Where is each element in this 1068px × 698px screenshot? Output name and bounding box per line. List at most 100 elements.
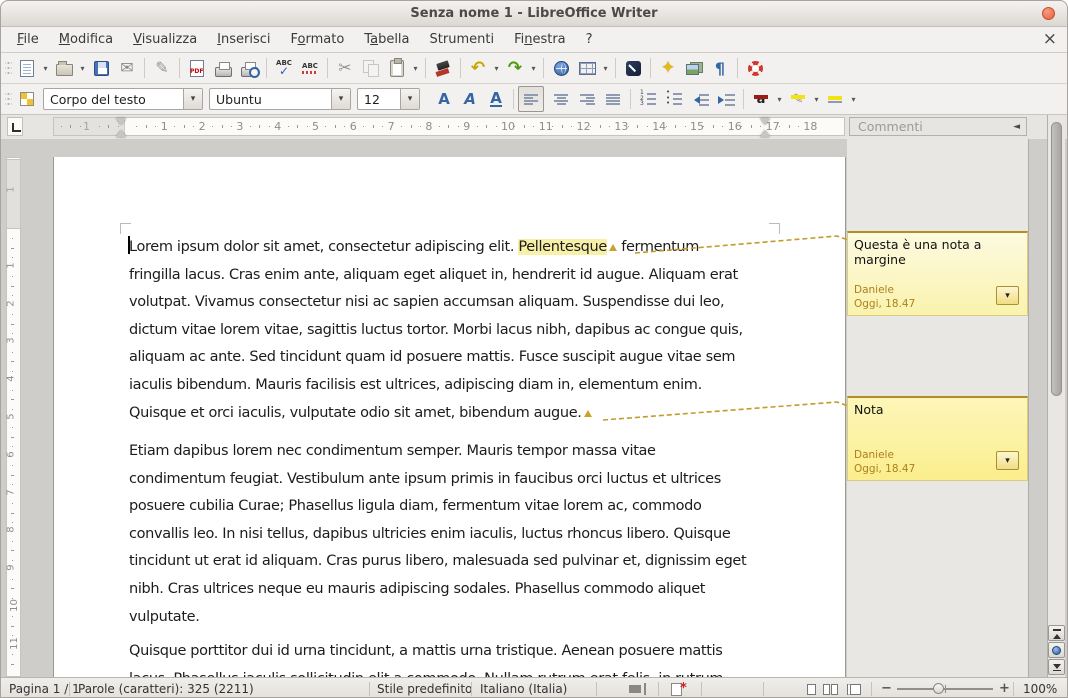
sidebar-button[interactable] (14, 86, 40, 112)
menu-item-strumenti[interactable]: Strumenti (420, 29, 505, 50)
paragraph-style-dropdown[interactable]: ▾ (183, 89, 202, 109)
undo-button[interactable]: ↶ (465, 55, 491, 81)
cut-button[interactable]: ✂ (332, 55, 358, 81)
comment-menu-button[interactable]: ▾ (996, 451, 1019, 470)
toolbar-drag-handle[interactable] (5, 59, 12, 77)
paste-button[interactable] (384, 55, 410, 81)
increase-indent-button[interactable] (713, 86, 739, 112)
text-line[interactable]: vulputate. (129, 604, 801, 632)
insert-table-dropdown[interactable]: ▾ (600, 55, 611, 81)
print-preview-button[interactable] (236, 55, 262, 81)
comments-ruler-header[interactable]: Commenti ◄ (849, 117, 1027, 136)
spellcheck-button[interactable]: ABC✓ (271, 55, 297, 81)
redo-button[interactable]: ↷ (502, 55, 528, 81)
bold-button[interactable]: A (431, 86, 457, 112)
undo-dropdown[interactable]: ▾ (491, 55, 502, 81)
insert-table-button[interactable] (574, 55, 600, 81)
print-button[interactable] (210, 55, 236, 81)
comment-anchor-icon[interactable] (609, 240, 617, 251)
vertical-scrollbar[interactable] (1047, 115, 1065, 677)
comment-highlighted-text[interactable]: Pellentesque (518, 239, 607, 255)
background-color-button[interactable] (822, 86, 848, 112)
formatting-marks-button[interactable]: ¶ (707, 55, 733, 81)
font-color-dropdown[interactable]: ▾ (774, 86, 785, 112)
font-color-button[interactable]: a (748, 86, 774, 112)
hyperlink-button[interactable] (548, 55, 574, 81)
status-word-count[interactable]: Parole (caratteri): 325 (2211) (78, 682, 254, 696)
book-view-icon[interactable] (847, 684, 861, 695)
redo-dropdown[interactable]: ▾ (528, 55, 539, 81)
multi-page-view-icon-right[interactable] (831, 684, 838, 695)
document-close-icon[interactable]: × (1043, 29, 1057, 49)
zoom-out-icon[interactable]: − (881, 681, 892, 696)
single-page-view-icon[interactable] (807, 684, 816, 695)
open-dropdown[interactable]: ▾ (77, 55, 88, 81)
font-name-combo[interactable]: Ubuntu ▾ (209, 88, 351, 110)
text-line[interactable]: aliquam ac ante. Sed tincidunt quam id p… (129, 344, 801, 372)
next-page-button[interactable] (1048, 659, 1065, 675)
paragraph-1[interactable]: Lorem ipsum dolor sit amet, consectetur … (129, 234, 801, 427)
right-indent-marker[interactable] (760, 125, 770, 137)
highlight-color-dropdown[interactable]: ▾ (811, 86, 822, 112)
italic-button[interactable]: A (457, 86, 483, 112)
navigator-button[interactable]: ✦ (655, 55, 681, 81)
zoom-slider-thumb[interactable] (933, 683, 944, 694)
vertical-ruler[interactable]: 1 1234567891011 (6, 139, 21, 677)
comment-menu-button[interactable]: ▾ (996, 286, 1019, 305)
insert-mode-icon[interactable] (629, 685, 641, 693)
text-line[interactable]: nibh. Cras ultrices neque eu mauris adip… (129, 576, 801, 604)
menu-item-help[interactable]: ? (576, 29, 603, 50)
menu-item-inserisci[interactable]: Inserisci (207, 29, 280, 50)
text-line[interactable]: tincidunt ut erat id aliquam. Cras purus… (129, 548, 801, 576)
numbered-list-button[interactable] (635, 86, 661, 112)
copy-button[interactable] (358, 55, 384, 81)
text-line[interactable]: Lorem ipsum dolor sit amet, consectetur … (129, 234, 801, 262)
comment-2[interactable]: Nota Daniele Oggi, 18.47 ▾ (847, 396, 1028, 481)
font-name-dropdown[interactable]: ▾ (331, 89, 350, 109)
text-line[interactable]: iaculis bibendum. Mauris facilisis est u… (129, 372, 801, 400)
window-close-button[interactable] (1042, 7, 1055, 20)
text-line[interactable]: dictum vitae lorem vitae, sagittis luctu… (129, 317, 801, 345)
paragraph-2[interactable]: Etiam dapibus lorem nec condimentum semp… (129, 438, 801, 631)
edit-mode-button[interactable]: ✎ (149, 55, 175, 81)
text-line[interactable]: condimentum feugiat. Vestibulum ante ips… (129, 466, 801, 494)
text-line[interactable]: lacus. Phasellus iaculis sollicitudin el… (129, 666, 801, 677)
comment-text[interactable]: Questa è una nota a margine (854, 237, 1021, 267)
clone-formatting-button[interactable] (430, 55, 456, 81)
status-page-style[interactable]: Stile predefinito (377, 682, 472, 696)
open-button[interactable] (51, 55, 77, 81)
comment-text[interactable]: Nota (854, 402, 1021, 417)
navigation-button[interactable] (1048, 642, 1065, 658)
decrease-indent-button[interactable] (687, 86, 713, 112)
menu-item-visualizza[interactable]: Visualizza (123, 29, 207, 50)
paste-dropdown[interactable]: ▾ (410, 55, 421, 81)
menu-item-formato[interactable]: Formato (281, 29, 355, 50)
status-language[interactable]: Italiano (Italia) (480, 682, 567, 696)
text-line[interactable]: volutpat. Vivamus consectetur nisi ac sa… (129, 289, 801, 317)
text-line[interactable]: Etiam dapibus lorem nec condimentum semp… (129, 438, 801, 466)
tab-stop-type-selector[interactable] (7, 117, 23, 136)
page[interactable]: Lorem ipsum dolor sit amet, consectetur … (53, 157, 846, 677)
menu-item-file[interactable]: File (7, 29, 49, 50)
email-button[interactable]: ✉ (114, 55, 140, 81)
titlebar[interactable]: Senza nome 1 - LibreOffice Writer (1, 1, 1067, 27)
help-button[interactable] (742, 55, 768, 81)
save-button[interactable] (88, 55, 114, 81)
multi-page-view-icon-left[interactable] (823, 684, 830, 695)
left-indent-marker[interactable] (116, 125, 126, 137)
text-line[interactable]: fringilla lacus. Cras enim ante, aliquam… (129, 262, 801, 290)
previous-page-button[interactable] (1048, 625, 1065, 641)
menu-item-finestra[interactable]: Finestra (504, 29, 576, 50)
horizontal-ruler[interactable]: 1 123456789101112131415161718 (53, 117, 845, 136)
align-left-button-active[interactable] (518, 86, 544, 112)
text-line[interactable]: convallis leo. In nisi tellus, dapibus u… (129, 521, 801, 549)
toolbar-drag-handle[interactable] (5, 90, 12, 108)
highlight-color-button[interactable]: ✎ (785, 86, 811, 112)
font-size-dropdown[interactable]: ▾ (400, 89, 419, 109)
menu-item-modifica[interactable]: Modifica (49, 29, 123, 50)
export-pdf-button[interactable]: PDF (184, 55, 210, 81)
menu-item-tabella[interactable]: Tabella (354, 29, 419, 50)
justify-button[interactable] (600, 86, 626, 112)
text-line[interactable]: posuere cubilia Curae; Phasellus ligula … (129, 493, 801, 521)
background-color-dropdown[interactable]: ▾ (848, 86, 859, 112)
